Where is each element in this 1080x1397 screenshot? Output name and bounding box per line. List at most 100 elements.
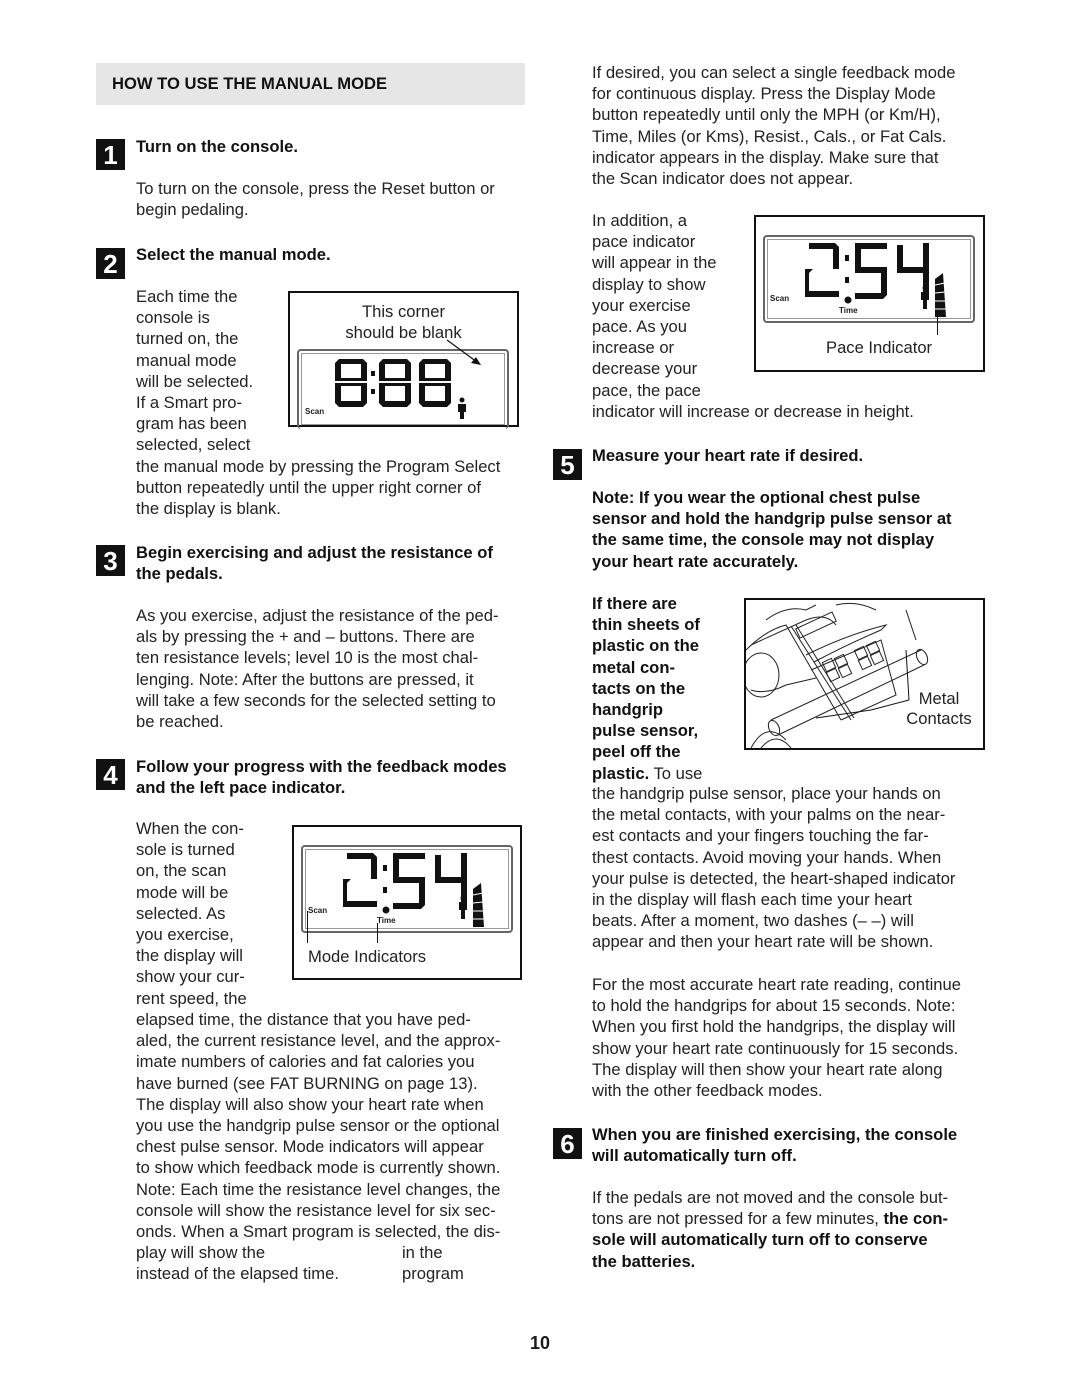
step-number-4: 4	[96, 759, 125, 790]
step-3-body: As you exercise, adjust the resistance o…	[136, 605, 499, 732]
scan-indicator: Scan	[305, 407, 325, 416]
heading-line: When you are finished exercising, the co…	[592, 1125, 958, 1144]
text-line: When the con-	[136, 819, 244, 838]
heading-line: and the left pace indicator.	[136, 778, 346, 798]
text-line: The display will then show your heart ra…	[592, 1059, 943, 1079]
step-2-body: the manual mode by pressing the Program …	[136, 456, 500, 520]
step-number-5: 5	[553, 449, 582, 480]
leader-line	[377, 923, 378, 943]
text-line: the same time, the console may not displ…	[592, 530, 935, 550]
text-line: The display will also show your heart ra…	[136, 1094, 484, 1114]
person-icon	[458, 397, 466, 419]
figure-label: Metal Contacts	[894, 689, 983, 729]
text-fragment: To use	[649, 763, 703, 783]
step-number-3: 3	[96, 545, 125, 576]
step-number-6: 6	[553, 1128, 582, 1159]
text-line: with the other feedback modes.	[592, 1081, 823, 1101]
figure-mode-indicators: Scan Time Mode Indicators	[292, 825, 522, 980]
lcd-display: Scan Time	[301, 845, 513, 933]
arrow-icon	[446, 339, 481, 365]
text-line: to show which feedback mode is currently…	[136, 1158, 501, 1178]
text-line: you use the handgrip pulse sensor or the…	[136, 1116, 500, 1136]
text-line: mode will be	[136, 882, 229, 902]
text-fragment: plastic.	[592, 763, 650, 783]
text-line: If there are	[592, 594, 677, 613]
text-line: pace, the pace	[592, 380, 701, 400]
text-line: show your cur-	[136, 967, 245, 987]
text-line: Note: If you wear the optional chest pul…	[592, 488, 921, 507]
text-line: will be selected.	[136, 371, 254, 391]
text-line: play will show the in the program	[136, 1242, 500, 1283]
step-4-heading: Follow your progress with the feedback m…	[136, 756, 507, 798]
step-2-wrap-text: Each time the console is turned on, the …	[136, 286, 253, 456]
page-number: 10	[529, 1333, 551, 1353]
text-line: beats. After a moment, two dashes (– –) …	[592, 911, 914, 931]
lcd-digits-2-54	[343, 853, 467, 909]
scan-indicator: Scan	[308, 906, 328, 915]
label-line: Metal	[918, 689, 960, 708]
heading-line: Follow your progress with the feedback m…	[136, 757, 507, 776]
text-line: you exercise,	[136, 925, 234, 945]
text-line: selected, select	[136, 435, 251, 455]
text-line: pulse sensor,	[592, 721, 699, 741]
text-line: on, the scan	[136, 861, 227, 881]
text-line: tons are not pressed for a few minutes, …	[592, 1208, 948, 1229]
text-line: aled, the current resistance level, and …	[136, 1031, 501, 1051]
step-3-heading: Begin exercising and adjust the resistan…	[136, 542, 493, 584]
step-6-heading: When you are finished exercising, the co…	[592, 1124, 957, 1166]
text-fragment: in the program	[402, 1243, 464, 1284]
figure-pace-indicator: Scan Time Pace Indicator	[754, 215, 985, 372]
text-line: button repeatedly until only the MPH (or…	[592, 105, 941, 125]
clock-icon	[382, 906, 390, 914]
heading-line: Begin exercising and adjust the resistan…	[136, 543, 493, 562]
person-icon	[459, 895, 467, 919]
text-line: Note: Each time the resistance level cha…	[136, 1179, 501, 1199]
text-line: gram has been	[136, 414, 247, 434]
text-line: be reached.	[136, 712, 224, 732]
text-line: sole is turned	[136, 840, 235, 860]
figure-label: Pace Indicator	[826, 338, 933, 357]
text-line: tacts on the	[592, 678, 686, 698]
text-line: the display will	[136, 946, 243, 966]
step-1-body: To turn on the console, press the Reset …	[136, 178, 495, 220]
time-indicator: Time	[377, 916, 396, 925]
text-line: imate numbers of calories and fat calori…	[136, 1052, 475, 1072]
text-line: button repeatedly until the upper right …	[136, 478, 482, 498]
figure-callout: This corner should be blank	[290, 301, 517, 343]
text-line: For the most accurate heart rate reading…	[592, 975, 961, 994]
heading-line: the pedals.	[136, 564, 223, 584]
text-line: metal con-	[592, 657, 675, 677]
text-line: plastic on the	[592, 636, 699, 656]
text-line: will take a few seconds for the selected…	[136, 690, 496, 710]
text-line: sole will automatically turn off to cons…	[592, 1230, 928, 1250]
figure-label: Mode Indicators	[308, 947, 427, 966]
text-line: plastic. To use	[592, 763, 702, 784]
feedback-mode-paragraph: If desired, you can select a single feed…	[592, 62, 955, 189]
pace-indicator-bar	[934, 273, 946, 317]
time-indicator: Time	[839, 306, 858, 315]
leader-line	[307, 911, 308, 943]
text-line: the metal contacts, with your palms on t…	[592, 805, 946, 825]
text-line: the display is blank.	[136, 499, 281, 519]
text-line: show your heart rate continuously for 15…	[592, 1038, 959, 1058]
text-line: the handgrip pulse sensor, place your ha…	[592, 784, 941, 803]
text-line: chest pulse sensor. Mode indicators will…	[136, 1137, 484, 1157]
step-4-wrap-text: When the con- sole is turned on, the sca…	[136, 818, 247, 1009]
leader-line	[937, 313, 938, 335]
text-line: indicator appears in the display. Make s…	[592, 147, 939, 167]
text-line: If a Smart pro-	[136, 393, 243, 413]
step-1-heading: Turn on the console.	[136, 137, 298, 156]
text-line: rent speed, the	[136, 988, 247, 1008]
text-line: als by pressing the + and – buttons. The…	[136, 627, 475, 647]
text-line: your heart rate accurately.	[592, 551, 799, 571]
text-line: lenging. Note: After the buttons are pre…	[136, 669, 474, 689]
heading-line: will automatically turn off.	[592, 1146, 797, 1166]
text-line: If desired, you can select a single feed…	[592, 63, 956, 82]
text-line: When you first hold the handgrips, the d…	[592, 1017, 956, 1037]
step-2-heading: Select the manual mode.	[136, 245, 331, 264]
text-line: in the display will flash each time your…	[592, 890, 913, 910]
text-line: Each time the	[136, 287, 238, 306]
lcd-display: Scan Time	[763, 235, 975, 323]
text-line: the manual mode by pressing the Program …	[136, 457, 501, 476]
text-fragment: play will show the	[136, 1243, 266, 1263]
